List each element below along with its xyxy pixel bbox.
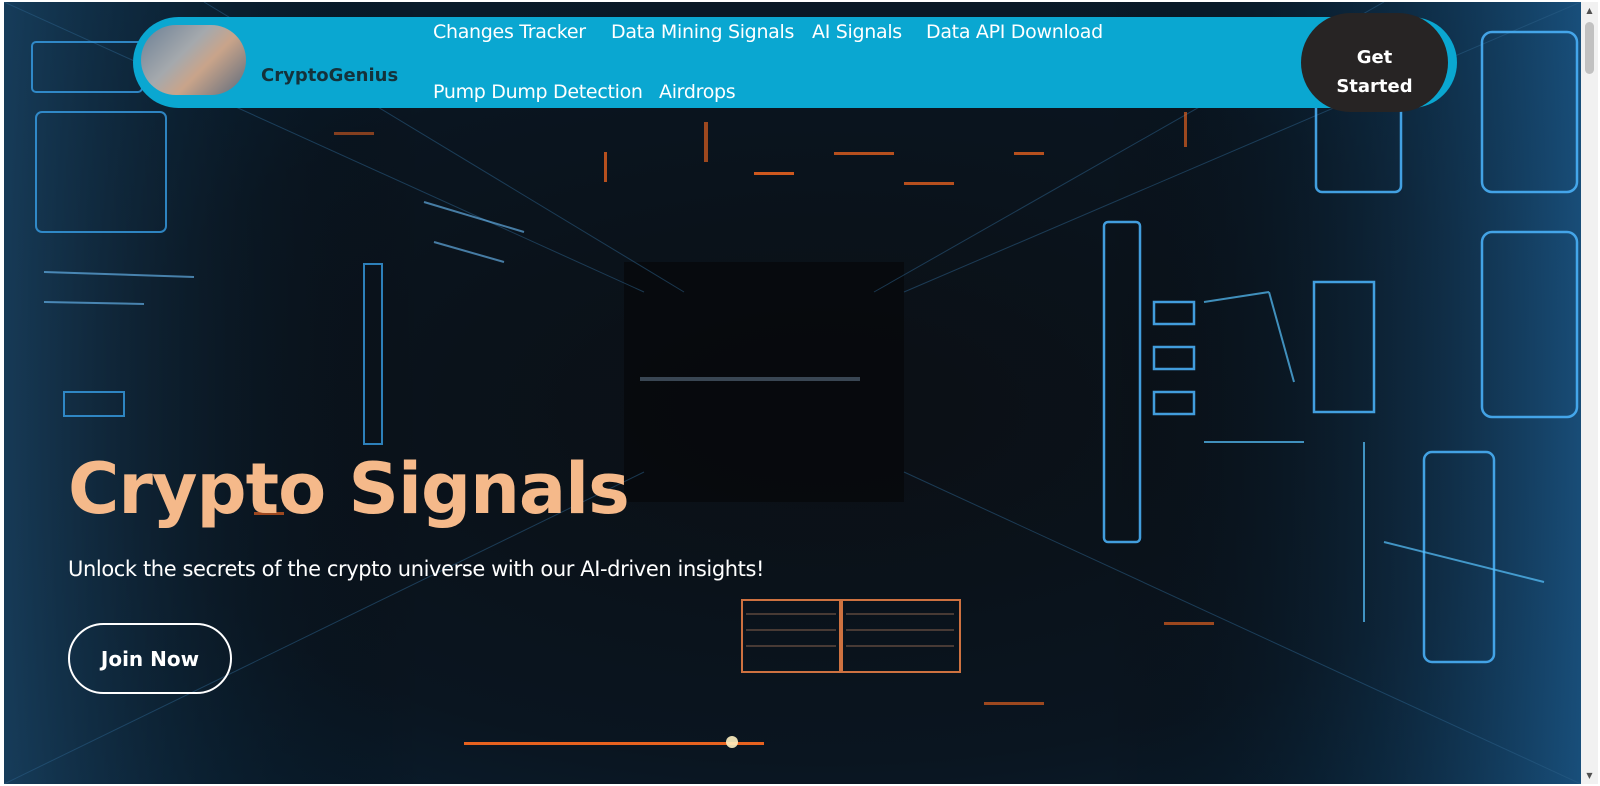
- join-now-button[interactable]: Join Now: [68, 623, 232, 694]
- top-navbar: CryptoGenius Changes Tracker Data Mining…: [133, 13, 1457, 112]
- brand-name[interactable]: CryptoGenius: [261, 65, 398, 86]
- triangle-up-icon[interactable]: ▲: [1581, 2, 1598, 19]
- nav-link-ai-signals[interactable]: AI Signals: [812, 21, 902, 43]
- get-started-line2: Started: [1336, 75, 1413, 97]
- get-started-line1: Get: [1356, 46, 1393, 68]
- vertical-scrollbar[interactable]: ▲ ▼: [1581, 2, 1598, 784]
- brand-logo-image[interactable]: [141, 25, 246, 95]
- hero-title: Crypto Signals: [68, 448, 630, 530]
- nav-link-data-api-download[interactable]: Data API Download: [926, 21, 1103, 43]
- nav-menu: Changes Tracker Data Mining Signals AI S…: [433, 17, 1133, 108]
- page-viewport: CryptoGenius Changes Tracker Data Mining…: [4, 2, 1581, 784]
- nav-link-changes-tracker[interactable]: Changes Tracker: [433, 21, 586, 43]
- nav-link-airdrops[interactable]: Airdrops: [659, 81, 736, 103]
- triangle-down-icon[interactable]: ▼: [1581, 767, 1598, 784]
- hero-subtitle: Unlock the secrets of the crypto univers…: [68, 557, 765, 581]
- hero-background-image: [4, 2, 1581, 784]
- nav-link-data-mining-signals[interactable]: Data Mining Signals: [611, 21, 794, 43]
- nav-link-pump-dump-detection[interactable]: Pump Dump Detection: [433, 81, 643, 103]
- get-started-button[interactable]: Get Started: [1301, 13, 1448, 112]
- scrollbar-thumb[interactable]: [1585, 22, 1594, 74]
